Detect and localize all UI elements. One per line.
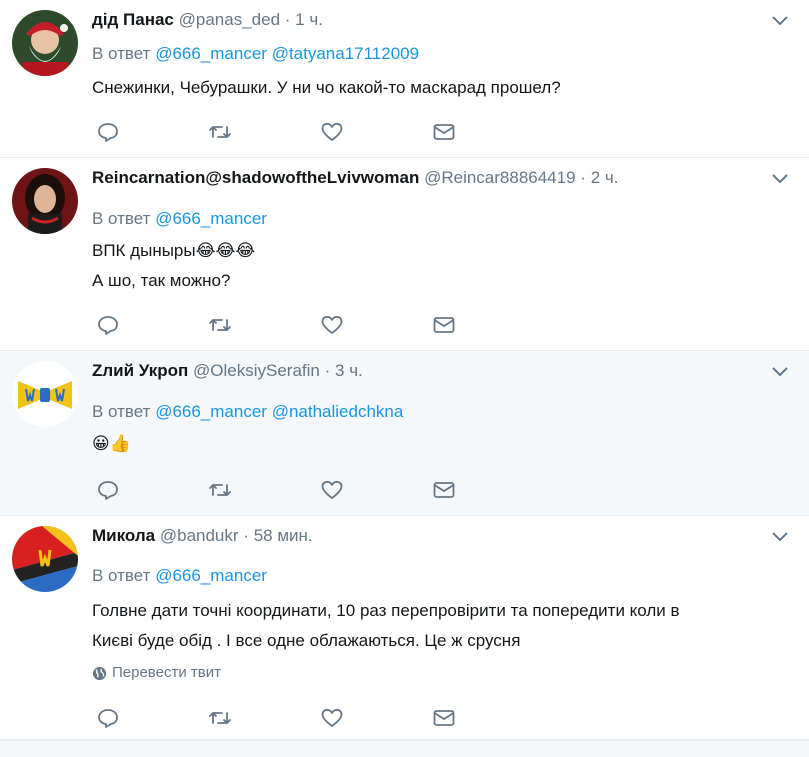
tweet-text-line: А шо, так можно? <box>92 271 231 290</box>
retweet-button[interactable] <box>208 312 320 338</box>
retweet-button[interactable] <box>208 119 320 145</box>
direct-message-button[interactable] <box>432 705 544 731</box>
reply-context: В ответ @666_mancer @nathaliedchkna <box>92 401 403 423</box>
tweet-actions <box>96 312 544 338</box>
tweet-text-line: ВПК дыныры😂😂😂 <box>92 241 256 260</box>
mention-link[interactable]: @666_mancer <box>155 402 267 421</box>
tweet-header: Zлий Укроп @OleksiySerafin · 3 ч. <box>92 361 363 381</box>
author-name[interactable]: дід Панас <box>92 10 174 29</box>
tweet-text-line: Голвне дати точні координати, 10 раз пер… <box>92 601 680 620</box>
tweet-text: Снежинки, Чебурашки. У ни чо какой-то ма… <box>92 73 561 103</box>
reply-button[interactable] <box>96 119 208 145</box>
tweet-text: ВПК дыныры😂😂😂 А шо, так можно? <box>92 236 255 296</box>
tweet[interactable]: Reincarnation@shadowoftheLvivwoman @Rein… <box>0 158 809 351</box>
author-name[interactable]: Zлий Укроп <box>92 361 188 380</box>
reply-button[interactable] <box>96 477 208 503</box>
chevron-down-icon[interactable] <box>769 167 791 189</box>
reply-button[interactable] <box>96 312 208 338</box>
author-handle[interactable]: @bandukr <box>160 526 239 545</box>
reply-icon <box>98 481 118 500</box>
retweet-icon <box>209 484 231 496</box>
tweet-actions <box>96 705 544 731</box>
tweet-text: 😀👍 <box>92 429 131 459</box>
tweet-text-line: 😀👍 <box>92 434 131 453</box>
avatar[interactable] <box>12 361 78 427</box>
tweet[interactable]: Микола @bandukr · 58 мин. В ответ @666_m… <box>0 516 809 740</box>
reply-context: В ответ @666_mancer @tatyana17112009 <box>92 43 419 65</box>
reply-icon <box>98 123 118 142</box>
reply-prefix: В ответ <box>92 402 151 421</box>
reply-prefix: В ответ <box>92 566 151 585</box>
like-button[interactable] <box>320 312 432 338</box>
timestamp[interactable]: 1 ч. <box>295 10 323 29</box>
timestamp[interactable]: 3 ч. <box>335 361 363 380</box>
globe-icon <box>92 666 107 680</box>
avatar[interactable] <box>12 526 78 592</box>
direct-message-icon <box>433 710 455 726</box>
retweet-icon <box>209 126 231 138</box>
tweet-text: Голвне дати точні координати, 10 раз пер… <box>92 596 680 656</box>
tweet[interactable]: Zлий Укроп @OleksiySerafin · 3 ч. В отве… <box>0 351 809 516</box>
direct-message-icon <box>433 482 455 498</box>
reply-icon <box>98 316 118 335</box>
author-name[interactable]: Микола <box>92 526 155 545</box>
tweet-actions <box>96 477 544 503</box>
retweet-icon <box>209 712 231 724</box>
mention-link[interactable]: @666_mancer <box>155 566 267 585</box>
translate-label[interactable]: Перевести твит <box>112 663 221 683</box>
reply-context: В ответ @666_mancer <box>92 565 267 587</box>
separator-dot: · <box>580 168 586 187</box>
tweet[interactable]: дід Панас @panas_ded · 1 ч. В ответ @666… <box>0 0 809 158</box>
direct-message-icon <box>433 317 455 333</box>
tweet-text-line: Снежинки, Чебурашки. У ни чо какой-то ма… <box>92 78 561 97</box>
retweet-button[interactable] <box>208 477 320 503</box>
feed-bottom-strip <box>0 740 809 757</box>
timestamp[interactable]: 2 ч. <box>591 168 619 187</box>
author-handle[interactable]: @panas_ded <box>179 10 280 29</box>
like-button[interactable] <box>320 477 432 503</box>
like-button[interactable] <box>320 705 432 731</box>
reply-context: В ответ @666_mancer <box>92 208 267 230</box>
avatar[interactable] <box>12 168 78 234</box>
reply-prefix: В ответ <box>92 209 151 228</box>
retweet-icon <box>209 319 231 331</box>
like-icon <box>321 122 343 141</box>
avatar[interactable] <box>12 10 78 76</box>
direct-message-button[interactable] <box>432 477 544 503</box>
mention-link[interactable]: @nathaliedchkna <box>272 402 404 421</box>
reply-icon <box>98 709 118 728</box>
mention-link[interactable]: @tatyana17112009 <box>272 44 419 63</box>
tweet-actions <box>96 119 544 145</box>
reply-button[interactable] <box>96 705 208 731</box>
chevron-down-icon[interactable] <box>769 9 791 31</box>
tweet-feed: дід Панас @panas_ded · 1 ч. В ответ @666… <box>0 0 809 757</box>
separator-dot: · <box>284 10 291 29</box>
author-handle[interactable]: @OleksiySerafin <box>193 361 320 380</box>
author-name[interactable]: Reincarnation@shadowoftheLvivwoman <box>92 168 419 187</box>
tweet-header: Микола @bandukr · 58 мин. <box>92 526 313 546</box>
chevron-down-icon[interactable] <box>769 525 791 547</box>
mention-link[interactable]: @666_mancer <box>155 44 267 63</box>
reply-prefix: В ответ <box>92 44 151 63</box>
timestamp[interactable]: 58 мин. <box>254 526 313 545</box>
chevron-down-icon[interactable] <box>769 360 791 382</box>
like-icon <box>321 708 343 727</box>
direct-message-icon <box>433 124 455 140</box>
direct-message-button[interactable] <box>432 312 544 338</box>
like-icon <box>321 480 343 499</box>
translate-tweet-link[interactable]: Перевести твит <box>92 663 221 683</box>
mention-link[interactable]: @666_mancer <box>155 209 267 228</box>
tweet-text-line: Києві буде обід . І все одне облажаються… <box>92 631 521 650</box>
like-icon <box>321 315 343 334</box>
direct-message-button[interactable] <box>432 119 544 145</box>
separator-dot: · <box>324 361 331 380</box>
retweet-button[interactable] <box>208 705 320 731</box>
tweet-header: Reincarnation@shadowoftheLvivwoman @Rein… <box>92 168 618 188</box>
separator-dot: · <box>243 526 249 545</box>
tweet-header: дід Панас @panas_ded · 1 ч. <box>92 10 323 30</box>
author-handle[interactable]: @Reincar88864419 <box>424 168 575 187</box>
like-button[interactable] <box>320 119 432 145</box>
